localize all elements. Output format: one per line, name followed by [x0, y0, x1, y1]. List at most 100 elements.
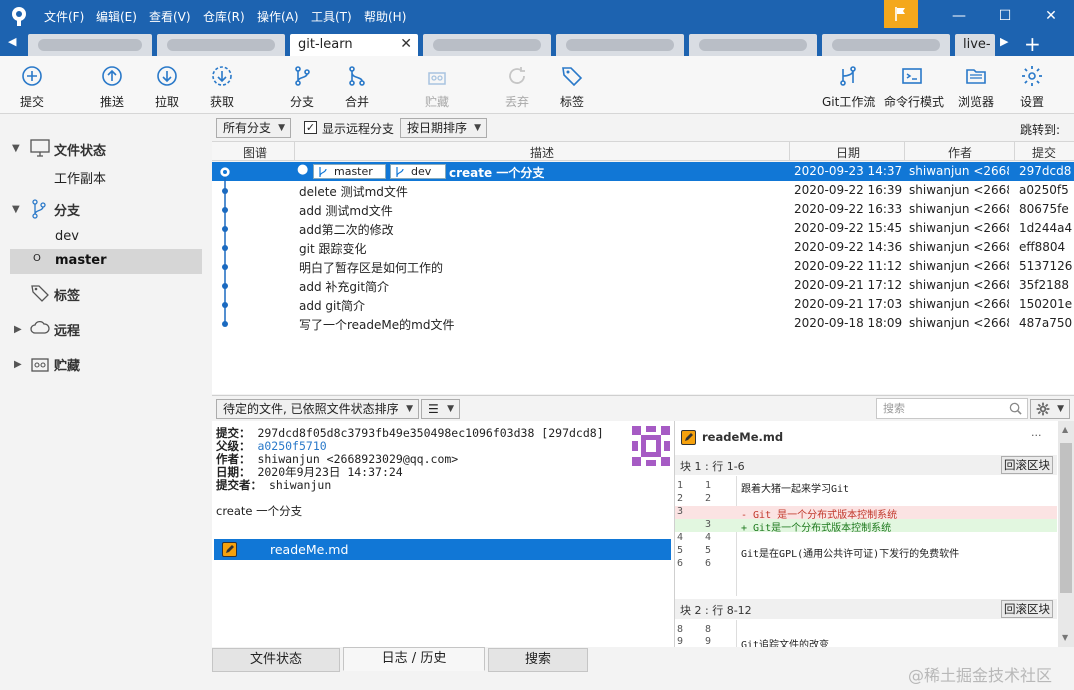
commit-row[interactable]: add第二次的修改 2020-09-22 15:45 shiwanjun <26…	[212, 219, 1074, 238]
git-flow-button[interactable]: Git工作流	[820, 56, 876, 114]
repository-tab[interactable]	[822, 34, 950, 56]
sourcetree-window: 文件(F) 编辑(E) 查看(V) 仓库(R) 操作(A) 工具(T) 帮助(H…	[0, 0, 1074, 690]
tab-scroll-left-icon[interactable]: ◀	[8, 35, 16, 48]
sidebar-branch-dev[interactable]: dev	[55, 229, 79, 244]
show-remote-branches-checkbox[interactable]: ✓	[304, 121, 317, 134]
discard-button[interactable]: 丢弃	[489, 56, 545, 114]
tab-scroll-right-icon[interactable]: ▶	[1000, 35, 1008, 48]
push-arrow-up-icon	[102, 66, 122, 86]
commit-row[interactable]: add 补充git简介 2020-09-21 17:12 shiwanjun <…	[212, 276, 1074, 295]
close-window-button[interactable]: ✕	[1028, 0, 1074, 32]
tab-log-history[interactable]: 日志 / 历史	[343, 647, 485, 671]
commit-author: shiwanjun <2668	[909, 202, 1009, 216]
maximize-button[interactable]: ☐	[982, 0, 1028, 32]
author-avatar	[632, 426, 670, 466]
branch-button[interactable]: 分支	[274, 56, 330, 114]
column-description[interactable]: 描述	[530, 144, 554, 161]
close-tab-icon[interactable]: ✕	[400, 36, 412, 52]
repository-tab[interactable]	[689, 34, 817, 56]
menu-help[interactable]: 帮助(H)	[364, 8, 406, 25]
explorer-button[interactable]: 浏览器	[948, 56, 1004, 114]
sidebar-item-file-status[interactable]: 文件状态	[54, 140, 106, 159]
commit-row[interactable]: git 跟踪变化 2020-09-22 14:36 shiwanjun <266…	[212, 238, 1074, 257]
commit-row[interactable]: 写了一个readeMe的md文件 2020-09-18 18:09 shiwan…	[212, 314, 1074, 333]
column-author[interactable]: 作者	[948, 144, 972, 161]
column-graph[interactable]: 图谱	[243, 144, 267, 161]
diff-options-dropdown[interactable]: ▼	[1030, 399, 1070, 419]
jump-to-label[interactable]: 跳转到:	[1020, 121, 1060, 138]
changed-file-row[interactable]: readeMe.md	[214, 539, 671, 560]
commit-description: create 一个分支	[449, 166, 545, 180]
commit-button[interactable]: 提交	[4, 56, 60, 114]
notification-flag-button[interactable]	[884, 0, 918, 28]
sidebar-item-tags[interactable]: 标签	[54, 285, 80, 304]
diff-more-options-icon[interactable]: ···	[1031, 429, 1042, 442]
search-icon	[1009, 402, 1022, 415]
show-remote-branches-label: 显示远程分支	[322, 122, 395, 136]
list-icon: ☰	[428, 402, 439, 416]
menu-actions[interactable]: 操作(A)	[257, 8, 299, 25]
repository-tab[interactable]	[28, 34, 152, 56]
tab-file-status[interactable]: 文件状态	[212, 648, 340, 672]
sidebar-item-working-copy[interactable]: 工作副本	[54, 168, 106, 187]
pending-files-sort-dropdown[interactable]: 待定的文件, 已依照文件状态排序 ▼	[216, 399, 419, 419]
sidebar-item-stashes[interactable]: 贮藏	[54, 355, 80, 374]
scroll-down-icon[interactable]: ▼	[1062, 633, 1068, 642]
repository-tab[interactable]	[423, 34, 551, 56]
scroll-up-icon[interactable]: ▲	[1062, 425, 1068, 434]
new-tab-button[interactable]: +	[1024, 32, 1041, 56]
menu-file[interactable]: 文件(F)	[44, 8, 84, 25]
merge-button[interactable]: 合并	[329, 56, 385, 114]
tab-search[interactable]: 搜索	[488, 648, 588, 672]
scrollbar-thumb[interactable]	[1060, 443, 1072, 593]
commit-plus-icon	[22, 66, 42, 86]
menu-repository[interactable]: 仓库(R)	[203, 8, 245, 25]
column-commit[interactable]: 提交	[1032, 144, 1056, 161]
committer-label: 提交者：	[216, 478, 262, 492]
commit-row[interactable]: 明白了暂存区是如何工作的 2020-09-22 11:12 shiwanjun …	[212, 257, 1074, 276]
sidebar-branch-master[interactable]: master	[55, 253, 107, 268]
repository-tab-git-learn[interactable]: git-learn ✕	[290, 34, 418, 56]
view-mode-dropdown[interactable]: ☰ ▼	[421, 399, 460, 419]
chevron-right-icon[interactable]: ▶	[14, 359, 22, 370]
sidebar-item-remotes[interactable]: 远程	[54, 320, 80, 339]
all-branches-dropdown[interactable]: 所有分支 ▼	[216, 118, 291, 138]
minimize-button[interactable]: —	[936, 0, 982, 32]
push-button[interactable]: 推送	[84, 56, 140, 114]
pull-button[interactable]: 拉取	[139, 56, 195, 114]
commit-row[interactable]: add git简介 2020-09-21 17:03 shiwanjun <26…	[212, 295, 1074, 314]
hunk-2-title: 块 2 : 行 8-12	[680, 604, 752, 617]
sidebar: ▼ 文件状态 工作副本 ▼ 分支 dev O master 标签 ▶ 远程 ▶ …	[0, 115, 212, 690]
column-date[interactable]: 日期	[836, 144, 860, 161]
commit-row-selected[interactable]: ● master dev create 一个分支 2020-09-23 14:3…	[212, 162, 1074, 181]
commit-hash: 150201e	[1019, 297, 1073, 311]
dropdown-value: 待定的文件, 已依照文件状态排序	[223, 402, 399, 416]
menu-edit[interactable]: 编辑(E)	[96, 8, 137, 25]
sort-order-dropdown[interactable]: 按日期排序 ▼	[400, 118, 487, 138]
tag-button[interactable]: 标签	[544, 56, 600, 114]
revert-hunk-2-button[interactable]: 回滚区块	[1001, 600, 1053, 618]
fetch-button[interactable]: 获取	[194, 56, 250, 114]
chevron-down-icon[interactable]: ▼	[12, 143, 20, 154]
branch-badge-dev[interactable]: dev	[390, 164, 446, 179]
commit-graph	[220, 167, 230, 327]
repository-tab[interactable]	[157, 34, 285, 56]
branch-icon	[32, 199, 46, 219]
sidebar-item-branches[interactable]: 分支	[54, 200, 80, 219]
revert-hunk-1-button[interactable]: 回滚区块	[1001, 456, 1053, 474]
cloud-icon	[30, 320, 50, 334]
file-search-input[interactable]: 搜索	[876, 398, 1028, 419]
terminal-button[interactable]: 命令行模式	[884, 56, 944, 114]
menu-view[interactable]: 查看(V)	[149, 8, 191, 25]
repository-tab[interactable]	[556, 34, 684, 56]
commit-row[interactable]: delete 测试md文件 2020-09-22 16:39 shiwanjun…	[212, 181, 1074, 200]
branch-badge-master[interactable]: master	[313, 164, 386, 179]
chevron-down-icon[interactable]: ▼	[12, 204, 20, 215]
chevron-right-icon[interactable]: ▶	[14, 324, 22, 335]
menu-tools[interactable]: 工具(T)	[311, 8, 352, 25]
repository-tab-live[interactable]: live-	[955, 34, 995, 56]
diff-scrollbar[interactable]: ▲ ▼	[1058, 421, 1074, 647]
settings-button[interactable]: 设置	[1004, 56, 1060, 114]
commit-row[interactable]: add 测试md文件 2020-09-22 16:33 shiwanjun <2…	[212, 200, 1074, 219]
stash-button[interactable]: 贮藏	[409, 56, 465, 114]
